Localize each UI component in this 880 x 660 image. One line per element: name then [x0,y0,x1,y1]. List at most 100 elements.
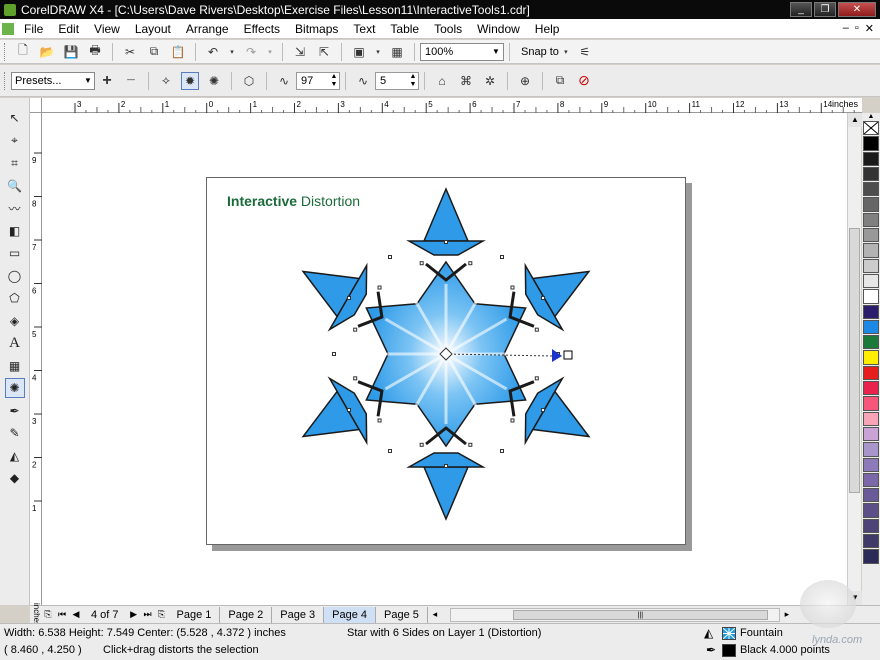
push-pull-distortion-icon[interactable]: ⟡ [157,72,175,90]
tab-page-4[interactable]: Page 4 [324,606,377,623]
document-icon[interactable] [2,22,14,35]
horizontal-scrollbar[interactable]: ||| [449,607,780,622]
add-new-distortion-icon[interactable]: ⬡ [240,72,258,90]
node-handle[interactable] [500,255,504,260]
palette-swatch[interactable] [863,151,879,166]
palette-swatch[interactable] [863,411,879,426]
node-handle[interactable] [534,376,539,381]
horizontal-ruler[interactable]: 3 2 1 0 1 2 3 4 5 6 7 8 9 10 11 12 13 14 inches [42,98,862,113]
menu-bitmaps[interactable]: Bitmaps [295,22,338,36]
node-handle[interactable] [534,327,539,332]
remove-preset-icon[interactable]: − [122,72,140,90]
ruler-origin[interactable] [30,98,42,113]
zoom-tool-icon[interactable]: 🔍 [5,176,25,196]
node-handle[interactable] [510,285,515,290]
doc-restore-icon[interactable]: ▫ [855,22,859,35]
pick-tool-icon[interactable]: ↖ [5,108,25,128]
menu-arrange[interactable]: Arrange [186,22,229,36]
first-page-icon[interactable]: ⏮ [55,609,69,620]
menu-edit[interactable]: Edit [58,22,79,36]
palette-swatch[interactable] [863,228,879,243]
last-page-icon[interactable]: ⏭ [141,609,155,620]
import-icon[interactable]: ⇲ [291,43,309,61]
palette-swatch[interactable] [863,182,879,197]
add-page-before-icon[interactable]: ⎘ [41,609,55,620]
tab-scroll-left-icon[interactable]: ◂ [428,609,442,620]
outline-swatch[interactable] [722,644,736,657]
node-handle[interactable] [388,255,392,260]
twister-distortion-icon[interactable]: ✺ [205,72,223,90]
menu-tools[interactable]: Tools [434,22,462,36]
node-handle[interactable] [540,408,545,412]
doc-minimize-icon[interactable]: – [843,22,849,35]
node-handle[interactable] [347,296,352,300]
palette-swatch[interactable] [863,136,879,151]
node-handle[interactable] [332,352,336,356]
fill-swatch[interactable] [722,627,736,640]
snap-dropdown-icon[interactable]: ▾ [562,43,570,61]
new-icon[interactable]: 🗋 [14,43,32,61]
zipper-distortion-icon[interactable]: ✹ [181,71,199,90]
cut-icon[interactable]: ✂ [121,43,139,61]
vertical-scrollbar[interactable]: ▲ ▼ [847,113,862,605]
palette-swatch[interactable] [863,503,879,518]
node-handle[interactable] [419,442,424,447]
text-tool-icon[interactable]: A [5,333,25,353]
menu-layout[interactable]: Layout [135,22,171,36]
palette-swatch[interactable] [863,258,879,273]
eyedropper-tool-icon[interactable]: ✒ [5,401,25,421]
local-distortion-icon[interactable]: ✲ [481,72,499,90]
spinner-arrows-icon[interactable]: ▲ ▼ [329,73,339,89]
menu-help[interactable]: Help [535,22,560,36]
outline-tool-icon[interactable]: ✎ [5,423,25,443]
node-handle[interactable] [444,464,448,468]
node-handle[interactable] [500,448,504,453]
palette-swatch[interactable] [863,335,879,350]
basic-shapes-tool-icon[interactable]: ◈ [5,311,25,331]
interactive-fill-tool-icon[interactable]: ◆ [5,468,25,488]
snap-to-button[interactable]: Snap to [521,46,559,58]
menu-file[interactable]: File [24,22,43,36]
copy-distortion-icon[interactable]: ⧉ [551,72,569,90]
redo-icon[interactable]: ↷ [242,43,260,61]
palette-swatch[interactable] [863,381,879,396]
shape-tool-icon[interactable]: ⌖ [5,131,25,151]
polygon-tool-icon[interactable]: ⬠ [5,288,25,308]
menu-table[interactable]: Table [390,22,419,36]
palette-swatch[interactable] [863,488,879,503]
node-handle[interactable] [419,261,424,266]
horizontal-scroll-thumb[interactable]: ||| [512,609,768,620]
palette-scroll-up-icon[interactable]: ▲ [868,113,875,121]
palette-swatch[interactable] [863,518,879,534]
distorted-star-shape[interactable] [42,113,847,605]
node-handle[interactable] [353,376,358,381]
redo-dropdown-icon[interactable]: ▾ [266,43,274,61]
vertical-ruler[interactable]: 9 8 7 6 5 4 3 2 1 [30,113,42,605]
welcome-screen-icon[interactable]: ▦ [388,43,406,61]
palette-swatch[interactable] [863,212,879,228]
node-handle[interactable] [468,442,473,447]
launcher-dropdown-icon[interactable]: ▾ [374,43,382,61]
paste-icon[interactable]: 📋 [169,43,187,61]
tab-page-5[interactable]: Page 5 [376,606,428,623]
application-launcher-icon[interactable]: ▣ [350,43,368,61]
tab-page-1[interactable]: Page 1 [169,606,221,623]
palette-swatch[interactable] [863,243,879,258]
zoom-level-select[interactable]: 100% ▼ [420,42,504,61]
next-page-icon[interactable]: ▶ [127,609,141,620]
center-distortion-icon[interactable]: ⊕ [516,72,534,90]
palette-swatch[interactable] [863,166,879,182]
rectangle-tool-icon[interactable]: ▭ [5,243,25,263]
menu-view[interactable]: View [94,22,120,36]
freehand-tool-icon[interactable]: 〰 [5,198,25,218]
undo-icon[interactable]: ↶ [204,43,222,61]
open-icon[interactable]: 📂 [38,43,56,61]
palette-swatch[interactable] [863,534,879,549]
palette-swatch[interactable] [863,457,879,472]
table-tool-icon[interactable]: ▦ [5,356,25,376]
palette-swatch[interactable] [863,289,879,304]
node-handle[interactable] [353,327,358,332]
smart-fill-tool-icon[interactable]: ◧ [5,221,25,241]
scroll-up-icon[interactable]: ▲ [848,113,862,127]
scroll-right-icon[interactable]: ▸ [780,609,794,620]
